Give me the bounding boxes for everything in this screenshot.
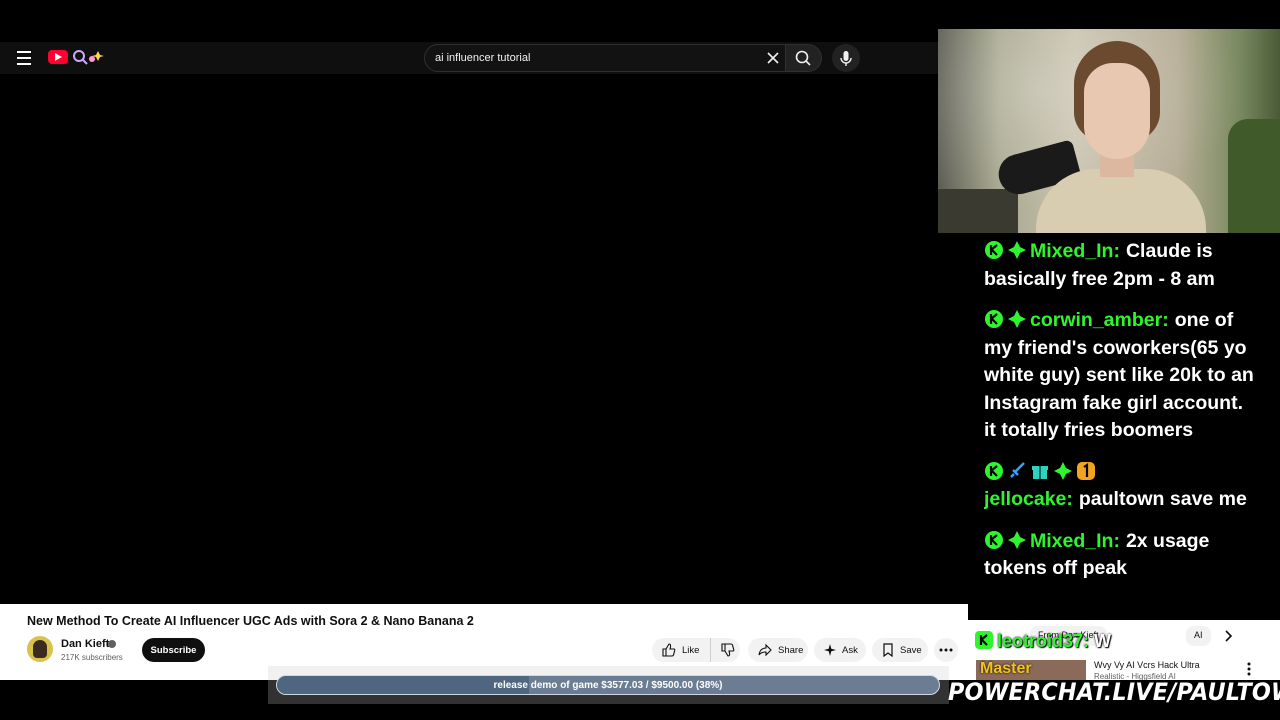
search-box xyxy=(424,44,786,72)
kick-badge-icon xyxy=(985,241,1003,259)
search-button[interactable] xyxy=(786,44,822,72)
save-button[interactable]: Save xyxy=(872,638,928,662)
ask-button[interactable]: Ask xyxy=(814,638,866,662)
dislike-button[interactable] xyxy=(710,638,740,662)
video-title: New Method To Create AI Influencer UGC A… xyxy=(27,614,474,628)
kick-badge-icon xyxy=(985,461,1003,480)
chat-username[interactable]: Mixed_In xyxy=(1030,240,1113,262)
channel-avatar[interactable] xyxy=(27,636,53,662)
verified-icon xyxy=(108,640,116,648)
chat-message: leotroid37: W xyxy=(974,630,1111,652)
chat-overlay: Mixed_In: Claude is basically free 2pm - … xyxy=(984,238,1260,618)
donation-goal-label: release demo of game $3577.03 / $9500.00… xyxy=(493,679,723,691)
video-player[interactable] xyxy=(0,74,938,604)
sword-badge-icon xyxy=(1010,461,1025,478)
clear-search-icon[interactable] xyxy=(763,48,783,68)
kick-badge-icon xyxy=(975,631,993,649)
chat-username[interactable]: Mixed_In xyxy=(1030,530,1113,552)
recommended-video-title[interactable]: Wvy Vy AI Vcrs Hack Ultra xyxy=(1094,660,1200,670)
like-label: Like xyxy=(682,644,700,656)
save-label: Save xyxy=(900,644,922,656)
chat-username[interactable]: jellocake xyxy=(984,488,1066,510)
more-vertical-icon[interactable] xyxy=(1244,660,1254,678)
thumbs-up-icon xyxy=(662,643,676,657)
doodle-logo-icon[interactable] xyxy=(70,47,108,67)
search-icon xyxy=(795,50,811,66)
promo-text: POWERCHAT.LIVE/PAULTOWN xyxy=(948,678,1280,706)
more-actions-button[interactable] xyxy=(934,638,958,662)
share-label: Share xyxy=(778,644,804,656)
subscribe-button[interactable]: Subscribe xyxy=(142,638,205,662)
kick-badge-icon xyxy=(985,530,1003,549)
microphone-icon xyxy=(840,51,852,66)
master-badge: Master xyxy=(980,660,1032,677)
like-button[interactable]: Like xyxy=(652,638,710,662)
month-badge-icon xyxy=(1077,461,1095,480)
search-input[interactable] xyxy=(435,45,755,71)
share-button[interactable]: Share xyxy=(748,638,808,662)
chat-message: Mixed_In: 2x usage tokens off peak xyxy=(984,529,1210,580)
gift-badge-icon xyxy=(1032,465,1048,479)
diamond-badge-icon xyxy=(1054,461,1072,480)
youtube-header xyxy=(0,42,938,74)
thumbs-down-icon xyxy=(721,643,735,657)
more-horizontal-icon xyxy=(939,648,953,652)
voice-search-button[interactable] xyxy=(832,44,860,72)
chat-username[interactable]: corwin_amber xyxy=(1030,309,1162,331)
diamond-badge-icon xyxy=(1008,530,1026,549)
kick-badge-icon xyxy=(985,310,1003,328)
chat-username[interactable]: leotroid37 xyxy=(997,631,1083,651)
channel-name[interactable]: Dan Kieft xyxy=(61,638,109,650)
recommended-strip: From Dan Kieft AI Wvy Vy AI Vcrs Hack Ul… xyxy=(968,620,1280,680)
chat-message: jellocake: paultown save me xyxy=(984,459,1260,514)
chip-ai[interactable]: AI xyxy=(1186,626,1211,646)
ask-label: Ask xyxy=(842,644,858,656)
youtube-logo[interactable] xyxy=(48,50,68,64)
share-icon xyxy=(758,643,772,657)
chat-message: Mixed_In: Claude is basically free 2pm - … xyxy=(984,240,1215,290)
diamond-badge-icon xyxy=(1008,241,1026,259)
chevron-right-icon[interactable] xyxy=(1220,628,1236,644)
donation-goal-bar: release demo of game $3577.03 / $9500.00… xyxy=(276,675,940,695)
webcam-feed xyxy=(938,29,1280,233)
chat-message: corwin_amber: one of my friend's coworker… xyxy=(984,309,1254,441)
diamond-badge-icon xyxy=(1008,310,1026,328)
chat-text: paultown save me xyxy=(1078,488,1247,510)
bookmark-icon xyxy=(883,643,893,657)
subscriber-count: 217K subscribers xyxy=(61,653,123,662)
menu-icon[interactable] xyxy=(14,48,34,68)
sparkle-icon xyxy=(824,644,836,656)
chat-text: W xyxy=(1094,631,1112,651)
